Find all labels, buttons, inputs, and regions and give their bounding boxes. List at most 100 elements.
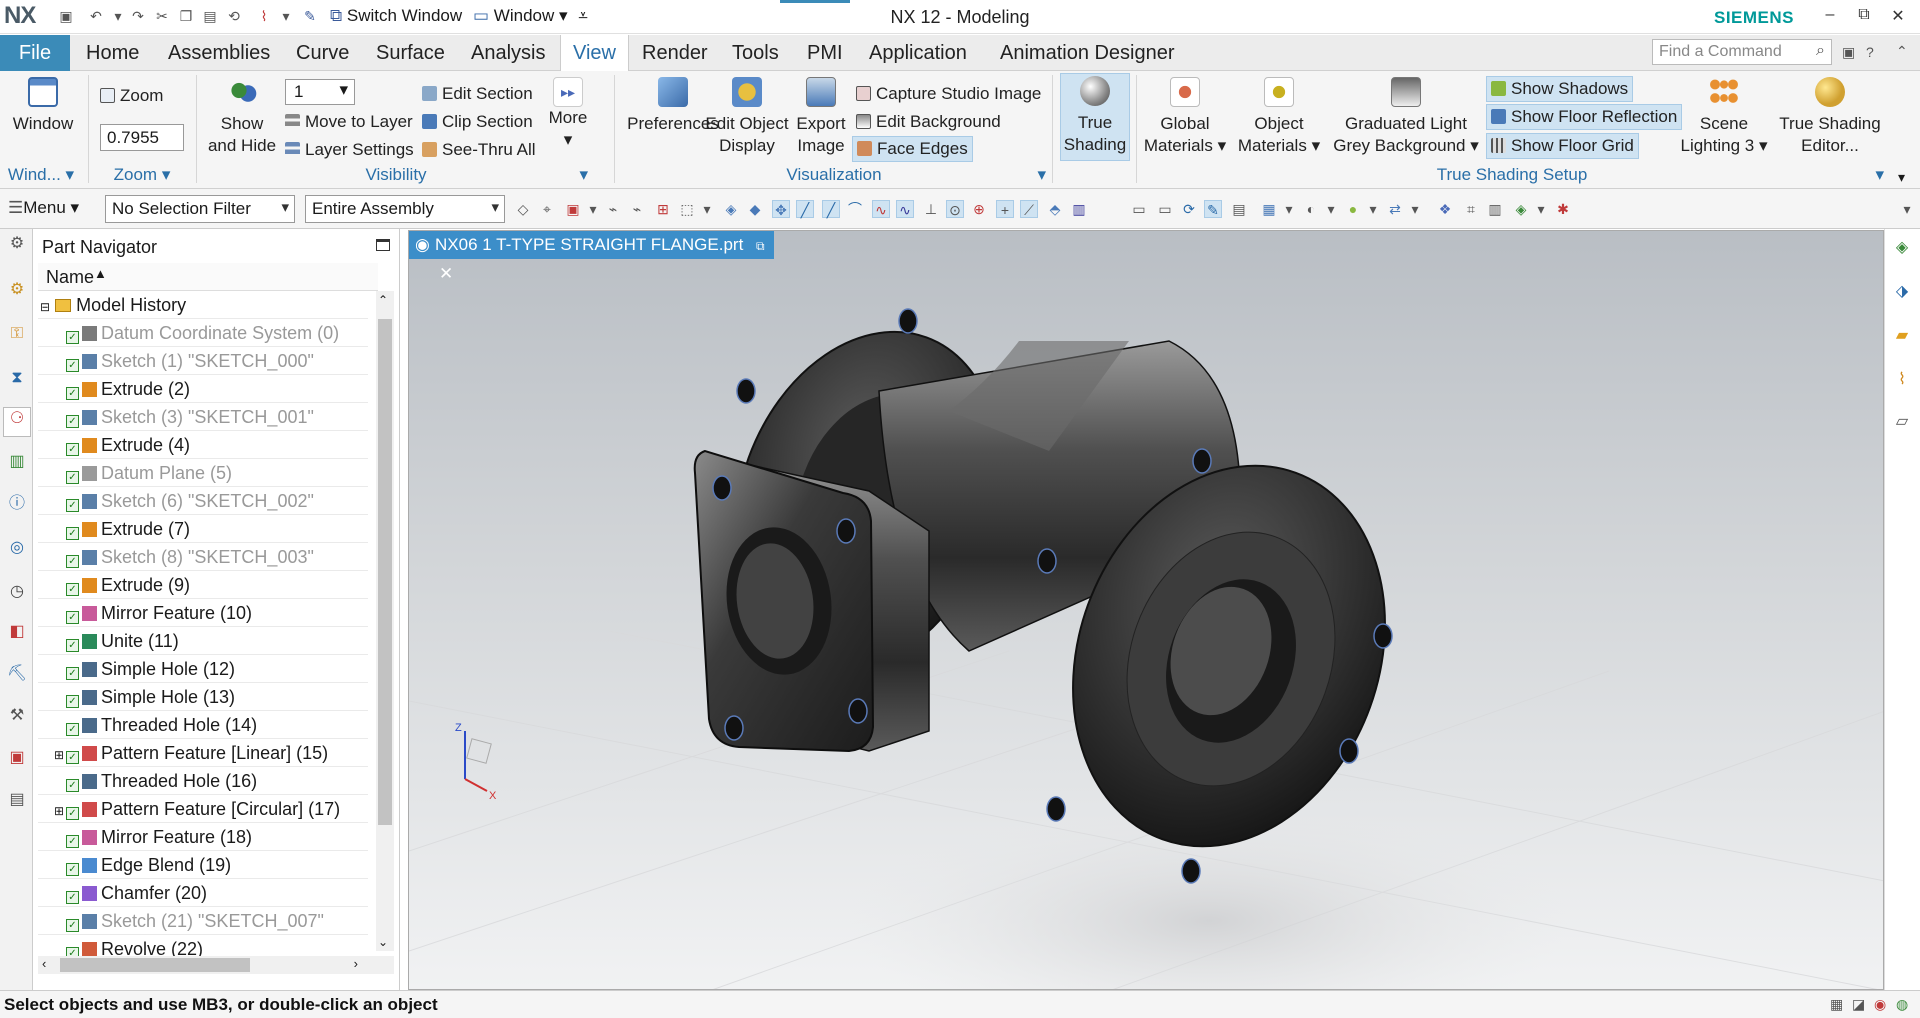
ribbon-options-icon[interactable]: ▣	[1842, 44, 1855, 61]
hd3d-tools-icon[interactable]: ▥	[6, 451, 28, 473]
point-on-face-icon[interactable]: ⬘	[1046, 200, 1064, 218]
scroll-left-icon[interactable]: ‹	[42, 956, 46, 971]
feature-list-item[interactable]: ✓ Edge Blend (19)	[38, 851, 368, 879]
capture-studio-image-button[interactable]: Capture Studio Image	[856, 83, 1041, 105]
scene-lighting-button[interactable]: Scene Lighting 3 ▾	[1676, 77, 1772, 157]
rectangle-select-icon[interactable]: ⬚	[678, 200, 696, 218]
display-tool-icon[interactable]: ▱	[1891, 411, 1913, 433]
point-on-curve-icon[interactable]: ⟋	[1020, 200, 1038, 218]
feature-list-item[interactable]: ✓ Unite (11)	[38, 627, 368, 655]
quadrant-icon[interactable]: ⊕	[970, 200, 988, 218]
material-icon[interactable]: ●	[1344, 200, 1362, 218]
feature-list-item[interactable]: ✓ Datum Coordinate System (0)	[38, 319, 368, 347]
face-edges-button[interactable]: Face Edges	[852, 136, 973, 162]
pan-icon[interactable]: ✎	[1204, 200, 1222, 218]
move-to-layer-button[interactable]: Move to Layer	[285, 111, 413, 133]
minimize-button[interactable]: –	[1818, 6, 1842, 24]
window-button[interactable]: Window	[8, 77, 78, 135]
maximize-panel-icon[interactable]	[376, 239, 390, 251]
feature-visibility-checkbox[interactable]: ✓	[66, 471, 79, 484]
display-mode-icon[interactable]: ▦	[1260, 200, 1278, 218]
feature-visibility-checkbox[interactable]: ✓	[66, 443, 79, 456]
move-icon[interactable]: ⇄	[1386, 200, 1404, 218]
scroll-right-icon[interactable]: ›	[354, 956, 358, 971]
intersection-icon[interactable]: ⊥	[922, 200, 940, 218]
edit-background-button[interactable]: Edit Background	[856, 111, 1001, 133]
flange-part-model[interactable]	[689, 294, 1437, 890]
deselect-icon[interactable]: ⌁	[604, 200, 622, 218]
info-icon[interactable]: ⓘ	[6, 493, 28, 515]
tab-render[interactable]: Render	[630, 35, 720, 71]
chevron-down-icon[interactable]: ▾	[1406, 200, 1424, 218]
true-shading-setup-group-label[interactable]: True Shading Setup ▾	[1140, 165, 1884, 185]
repeat-command-icon[interactable]: ⟲	[226, 8, 242, 24]
view-icon[interactable]: ▭	[1130, 200, 1148, 218]
feature-visibility-checkbox[interactable]: ✓	[66, 387, 79, 400]
feature-visibility-checkbox[interactable]: ✓	[66, 919, 79, 932]
tab-home[interactable]: Home	[74, 35, 151, 71]
clip-section-button[interactable]: Clip Section	[422, 111, 533, 133]
tab-application[interactable]: Application	[857, 35, 979, 71]
tab-analysis[interactable]: Analysis	[459, 35, 557, 71]
feature-list-item[interactable]: ⊞ ✓ Pattern Feature [Linear] (15)	[38, 739, 368, 767]
bounded-grid-icon[interactable]: ▥	[1070, 200, 1088, 218]
export-image-button[interactable]: Export Image	[790, 77, 852, 157]
feature-list-item[interactable]: ✓ Sketch (6) "SKETCH_002"	[38, 487, 368, 515]
layer-icon[interactable]: ◈	[1512, 200, 1530, 218]
feature-list-item[interactable]: ✓ Sketch (8) "SKETCH_003"	[38, 543, 368, 571]
see-thru-all-button[interactable]: See-Thru All	[422, 139, 536, 161]
chevron-down-icon[interactable]: ▾	[1280, 200, 1298, 218]
restore-button[interactable]: ⧉	[1852, 6, 1876, 24]
solid-body-icon[interactable]: ◈	[722, 200, 740, 218]
more-button[interactable]: ▸▸ More ▾	[546, 77, 590, 151]
menu-button[interactable]: ☰Menu ▾	[8, 198, 79, 218]
select-by-icon[interactable]: ▣	[564, 200, 582, 218]
chevron-down-icon[interactable]: ▾	[698, 200, 716, 218]
edit-section-button[interactable]: Edit Section	[422, 83, 533, 105]
toolbar-overflow-icon[interactable]: ▾	[1898, 200, 1916, 218]
sketch-icon[interactable]: ⌇	[256, 8, 272, 24]
tab-assemblies[interactable]: Assemblies	[156, 35, 282, 71]
feature-list-item[interactable]: ✓ Extrude (7)	[38, 515, 368, 543]
scroll-up-icon[interactable]: ⌃	[378, 293, 388, 307]
save-icon[interactable]: ▣	[58, 8, 74, 24]
feature-visibility-checkbox[interactable]: ✓	[66, 863, 79, 876]
feature-visibility-checkbox[interactable]: ✓	[66, 667, 79, 680]
feature-visibility-checkbox[interactable]: ✓	[66, 527, 79, 540]
show-shadows-toggle[interactable]: Show Shadows	[1486, 76, 1634, 102]
reuse-library-icon[interactable]: ⧗	[6, 367, 28, 389]
window-group-label[interactable]: Wind... ▾	[4, 165, 78, 185]
arc-icon[interactable]: ⌒	[846, 200, 864, 218]
spline-icon[interactable]: ∿	[872, 200, 890, 218]
feature-list-item[interactable]: ✓ Chamfer (20)	[38, 879, 368, 907]
history-icon[interactable]: ◷	[6, 581, 28, 603]
snap-point-icon[interactable]: ✥	[772, 200, 790, 218]
show-floor-reflection-toggle[interactable]: Show Floor Reflection	[1486, 104, 1683, 130]
center-point-icon[interactable]: ⊙	[946, 200, 964, 218]
cube-view-icon[interactable]: ⬗	[1891, 281, 1913, 303]
tab-pmi[interactable]: PMI	[795, 35, 855, 71]
horizontal-scrollbar[interactable]: ‹ ›	[38, 956, 394, 974]
feature-visibility-checkbox[interactable]: ✓	[66, 499, 79, 512]
filter-icon[interactable]: ⊞	[654, 200, 672, 218]
tab-view[interactable]: View	[560, 35, 629, 72]
selection-scope-select[interactable]: Entire Assembly	[305, 195, 505, 223]
layer-settings-button[interactable]: Layer Settings	[285, 139, 414, 161]
settings-gear-icon[interactable]: ⚙	[6, 233, 28, 255]
help-icon[interactable]: ?	[1866, 44, 1874, 60]
undo-icon[interactable]: ↶	[88, 8, 104, 24]
feature-visibility-checkbox[interactable]: ✓	[66, 891, 79, 904]
feature-list-item[interactable]: ✓ Mirror Feature (10)	[38, 599, 368, 627]
folder-tool-icon[interactable]: ▰	[1891, 325, 1913, 347]
line-icon[interactable]: ╱	[822, 200, 840, 218]
copy-icon[interactable]: ❐	[178, 8, 194, 24]
manufacturing-wizards-icon[interactable]: ⚒	[6, 705, 28, 727]
show-and-hide-button[interactable]: Show and Hide	[204, 77, 280, 157]
redo-icon[interactable]: ↷	[130, 8, 146, 24]
horizontal-scroll-thumb[interactable]	[60, 958, 250, 972]
feature-visibility-checkbox[interactable]: ✓	[66, 639, 79, 652]
face-icon[interactable]: ◆	[746, 200, 764, 218]
chevron-down-icon[interactable]: ▾	[1364, 200, 1382, 218]
feature-list-item[interactable]: ✓ Sketch (21) "SKETCH_007"	[38, 907, 368, 935]
chevron-down-icon[interactable]: ▾	[1322, 200, 1340, 218]
